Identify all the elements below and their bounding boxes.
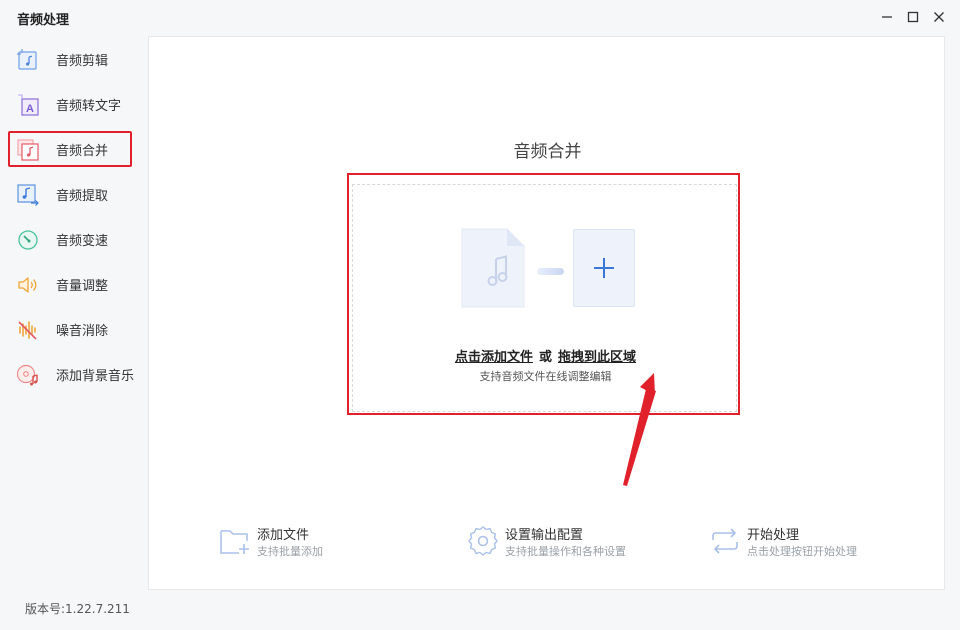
audio-merge-icon <box>17 139 39 161</box>
sidebar: 音频剪辑 A 音频转文字 音频合并 音频提取 音频变速 音量调整 噪音消除 添加… <box>0 36 148 596</box>
feature-title: 开始处理 <box>747 528 800 543</box>
sidebar-item-audio-to-text[interactable]: A 音频转文字 <box>8 86 132 122</box>
drag-here-link[interactable]: 拖拽到此区域 <box>558 350 636 365</box>
sidebar-item-label: 音量调整 <box>56 279 109 294</box>
sidebar-item-background-music[interactable]: 添加背景音乐 <box>8 356 135 392</box>
sidebar-item-label: 音频提取 <box>56 189 109 204</box>
audio-to-text-icon: A <box>18 94 39 116</box>
drop-instruction: 点击添加文件或拖拽到此区域 <box>353 346 738 365</box>
cycle-icon <box>712 528 738 554</box>
sidebar-item-audio-extract[interactable]: 音频提取 <box>8 176 132 212</box>
page-title: 音频合并 <box>513 142 582 162</box>
feature-start-processing[interactable]: 开始处理 点击处理按钮开始处理 <box>709 521 909 561</box>
sidebar-item-label: 音频转文字 <box>56 99 122 114</box>
feature-subtitle: 点击处理按钮开始处理 <box>747 545 857 558</box>
background-music-icon <box>16 364 38 386</box>
sidebar-item-audio-speed[interactable]: 音频变速 <box>8 221 132 257</box>
svg-text:A: A <box>26 103 34 115</box>
feature-output-settings[interactable]: 设置输出配置 支持批量操作和各种设置 <box>467 521 667 561</box>
maximize-icon <box>907 11 919 23</box>
click-add-file-link[interactable]: 点击添加文件 <box>455 350 533 365</box>
feature-title: 设置输出配置 <box>505 528 584 543</box>
app-title: 音频处理 <box>17 13 70 28</box>
sidebar-item-audio-cut[interactable]: 音频剪辑 <box>8 41 132 77</box>
drop-zone[interactable]: 点击添加文件或拖拽到此区域 支持音频文件在线调整编辑 <box>352 184 737 412</box>
audio-cut-icon <box>17 49 37 70</box>
title-bar: 音频处理 <box>0 0 960 36</box>
audio-speed-icon <box>18 230 38 250</box>
add-folder-icon <box>220 530 249 554</box>
version-label: 版本号:1.22.7.211 <box>25 602 130 616</box>
drop-subtitle: 支持音频文件在线调整编辑 <box>479 370 612 383</box>
volume-icon <box>18 277 37 293</box>
sidebar-item-label: 噪音消除 <box>56 324 109 339</box>
sidebar-item-audio-merge[interactable]: 音频合并 <box>8 131 132 167</box>
sidebar-item-label: 添加背景音乐 <box>56 369 135 384</box>
plus-icon <box>594 258 614 278</box>
sidebar-item-noise-reduce[interactable]: 噪音消除 <box>8 311 132 347</box>
feature-subtitle: 支持批量添加 <box>257 545 323 558</box>
audio-file-placeholder-icon <box>461 228 525 308</box>
add-file-button[interactable] <box>573 229 635 307</box>
noise-reduce-icon <box>18 321 37 340</box>
gear-icon <box>468 526 498 556</box>
feature-add-files[interactable]: 添加文件 支持批量添加 <box>219 521 379 561</box>
feature-subtitle: 支持批量操作和各种设置 <box>505 545 626 558</box>
sidebar-item-label: 音频合并 <box>56 144 109 159</box>
close-icon <box>934 12 944 22</box>
connector-bar <box>537 268 564 275</box>
sidebar-item-label: 音频剪辑 <box>56 54 109 69</box>
sidebar-item-volume[interactable]: 音量调整 <box>8 266 132 302</box>
close-button[interactable] <box>930 8 948 26</box>
or-label: 或 <box>538 350 552 365</box>
minimize-button[interactable] <box>878 8 896 26</box>
drop-zone-highlight: 点击添加文件或拖拽到此区域 支持音频文件在线调整编辑 <box>347 173 740 415</box>
sidebar-item-label: 音频变速 <box>56 234 109 249</box>
minimize-icon <box>882 16 892 18</box>
maximize-button[interactable] <box>904 8 922 26</box>
main-panel: 音频合并 点击添加文件或拖拽到此区域 支持音频文件在线调整编辑 添加文件 支持批… <box>148 36 945 590</box>
feature-title: 添加文件 <box>257 528 310 543</box>
audio-extract-icon <box>17 184 39 206</box>
